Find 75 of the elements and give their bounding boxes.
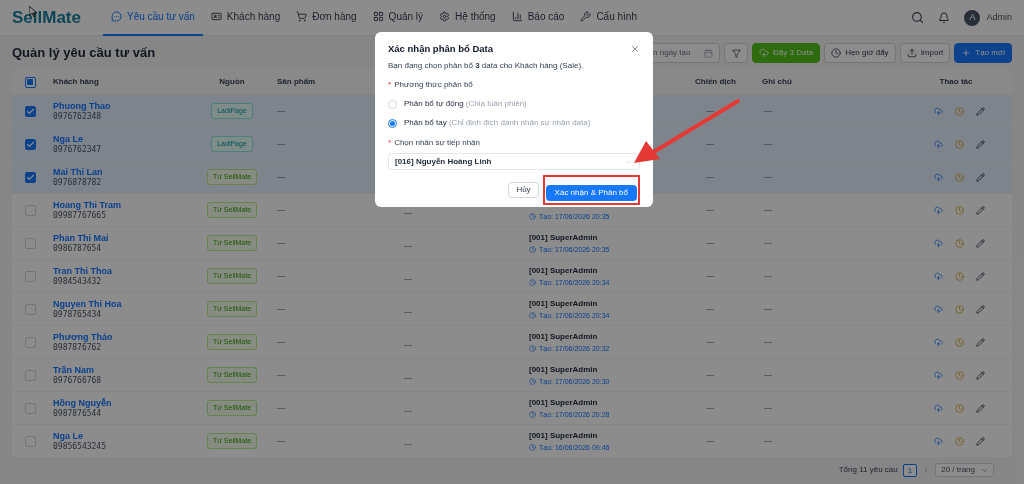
note-cell-text: — (763, 237, 772, 249)
assignee-name: [001] SuperAdmin (529, 233, 599, 242)
phone-number: 0976766768 (53, 376, 103, 385)
column-header: Ghi chú (761, 76, 792, 88)
product-cell-text: — (276, 138, 285, 150)
assignee-name: [001] SuperAdmin (529, 299, 599, 308)
method-label: Phương thức phân bổ (394, 79, 473, 92)
assignee-name: [001] SuperAdmin (529, 332, 599, 341)
phone-number: 0987876762 (53, 343, 103, 352)
phone-number: 0978765434 (53, 310, 103, 319)
column-header: Nguồn (219, 76, 245, 88)
modal-title: Xác nhận phân bổ Data (388, 42, 494, 56)
note-cell-text: — (763, 105, 772, 117)
table-cell: — (404, 373, 412, 382)
campaign-cell-text: — (705, 369, 714, 381)
table-cell: — (404, 208, 412, 217)
phone-number: 09856543245 (53, 442, 107, 451)
assignee-name: [001] SuperAdmin (529, 398, 599, 407)
page-title: Quản lý yêu cầu tư vấn (12, 44, 156, 63)
column-header: Khách hàng (52, 76, 99, 88)
staff-label: Chọn nhân sự tiếp nhận (394, 137, 480, 150)
phone-number: 0976878782 (53, 178, 103, 187)
phone-number: 0976762347 (53, 145, 103, 154)
campaign-cell-text: — (705, 435, 714, 447)
column-header: Chiến dịch (694, 76, 736, 88)
phone-number: 0987876544 (53, 409, 103, 418)
phone-number: 0986787654 (53, 244, 103, 253)
campaign-cell-text: — (705, 105, 714, 117)
note-cell-text: — (763, 204, 772, 216)
table-cell: — (404, 406, 412, 415)
note-cell-text: — (763, 171, 772, 183)
note-cell-text: — (763, 303, 772, 315)
table-cell: — (404, 439, 412, 448)
phone-number: 0976762348 (53, 112, 103, 121)
campaign-cell-text: — (705, 171, 714, 183)
date-placeholder: n ngày tạo (653, 47, 691, 59)
user-name: Admin (986, 10, 1012, 24)
note-cell-text: — (763, 369, 772, 381)
column-header: Sản phẩm (276, 76, 316, 88)
table-cell: — (404, 274, 412, 283)
product-cell-text: — (276, 303, 285, 315)
table-cell: — (404, 307, 412, 316)
table-cell: — (404, 241, 412, 250)
product-cell-text: — (276, 237, 285, 249)
modal-description: Bạn đang chọn phân bổ 3 data cho Khách hàng (Sale). (388, 60, 585, 73)
note-cell-text: — (763, 402, 772, 414)
assignee-name: [001] SuperAdmin (529, 431, 599, 440)
phone-number: 0984543432 (53, 277, 103, 286)
assignee-name: [001] SuperAdmin (529, 365, 599, 374)
campaign-cell-text: — (705, 336, 714, 348)
campaign-cell-text: — (705, 237, 714, 249)
campaign-cell-text: — (705, 138, 714, 150)
product-cell-text: — (276, 336, 285, 348)
note-cell-text: — (763, 336, 772, 348)
note-cell-text: — (763, 435, 772, 447)
campaign-cell-text: — (705, 303, 714, 315)
phone-number: 09987767665 (53, 211, 107, 220)
table-cell: — (404, 340, 412, 349)
product-cell-text: — (276, 402, 285, 414)
note-cell-text: — (763, 138, 772, 150)
assignee-name: [001] SuperAdmin (529, 266, 599, 275)
campaign-cell-text: — (705, 204, 714, 216)
column-header: Thao tác (939, 76, 973, 88)
campaign-cell-text: — (705, 402, 714, 414)
product-cell-text: — (276, 369, 285, 381)
note-cell-text: — (763, 270, 772, 282)
product-cell-text: — (276, 105, 285, 117)
product-cell-text: — (276, 204, 285, 216)
product-cell-text: — (276, 435, 285, 447)
campaign-cell-text: — (705, 270, 714, 282)
required-mark: * (388, 79, 392, 92)
product-cell-text: — (276, 171, 285, 183)
required-mark: * (388, 137, 392, 150)
total-count: Tổng 11 yêu cầu (838, 464, 898, 476)
product-cell-text: — (276, 270, 285, 282)
